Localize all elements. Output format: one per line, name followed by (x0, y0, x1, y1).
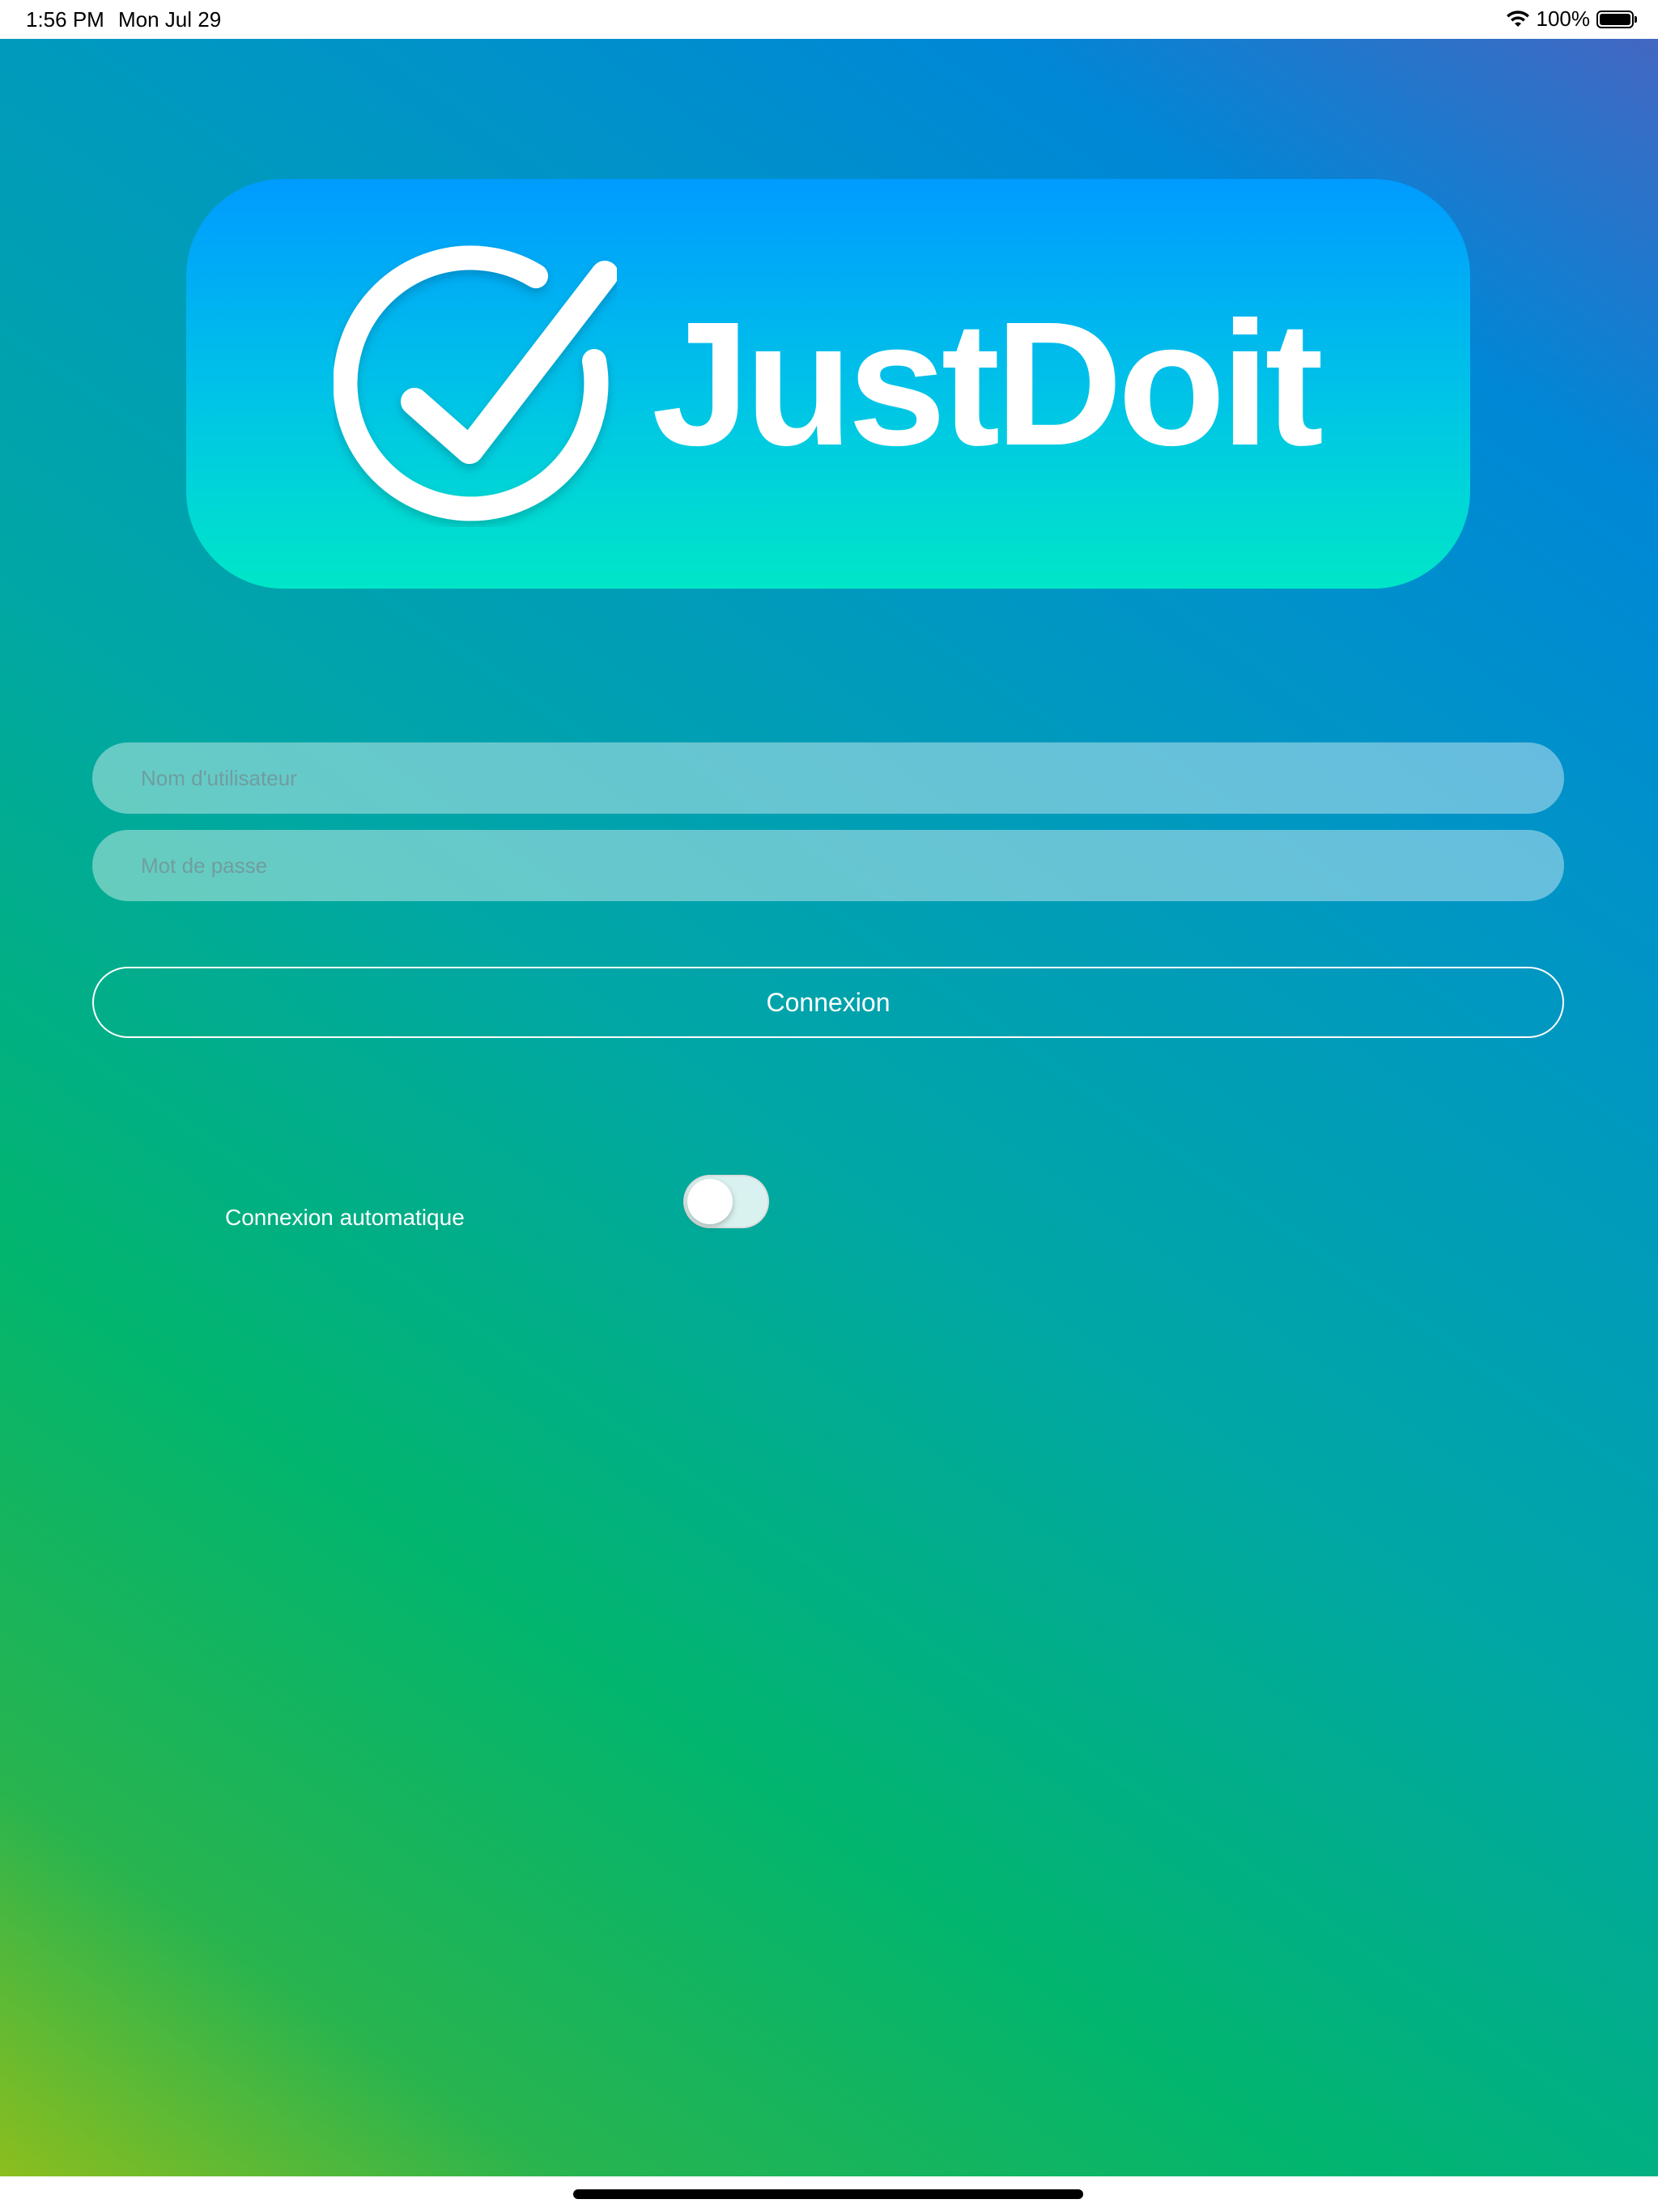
logo-text: JustDoit (652, 286, 1324, 483)
status-date: Mon Jul 29 (118, 7, 222, 32)
app-logo: JustDoit (186, 179, 1470, 589)
login-screen: JustDoit Connexion Connexion automatique (0, 39, 1658, 2176)
status-indicators: 100% (1506, 6, 1637, 32)
status-time: 1:56 PM (26, 7, 104, 32)
battery-fill (1600, 13, 1630, 25)
auto-login-toggle[interactable] (683, 1175, 769, 1228)
username-input[interactable] (92, 742, 1564, 814)
login-button[interactable]: Connexion (92, 967, 1564, 1038)
battery-icon (1596, 10, 1637, 28)
home-indicator[interactable] (573, 2189, 1083, 2199)
battery-percent: 100% (1536, 6, 1591, 31)
toggle-knob (687, 1179, 733, 1224)
password-input[interactable] (92, 830, 1564, 901)
auto-login-label: Connexion automatique (225, 1205, 465, 1230)
wifi-icon (1506, 10, 1529, 27)
check-circle-icon (334, 245, 617, 521)
status-bar: 1:56 PM Mon Jul 29 100% (0, 0, 1658, 39)
